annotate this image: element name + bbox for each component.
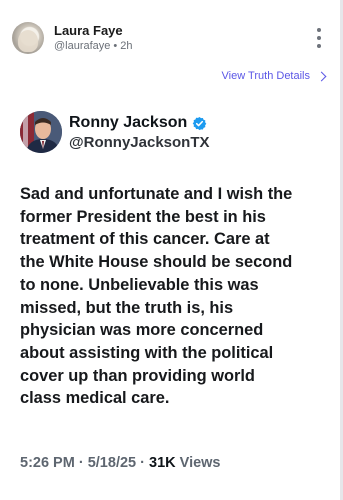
- chevron-right-icon: [316, 71, 327, 81]
- tweet-line: Sad and unfortunate and I wish the: [20, 185, 293, 203]
- stat-separator: ·: [78, 455, 84, 471]
- tweet-author-name: Ronny Jackson: [69, 114, 207, 132]
- post-age: 2h: [120, 40, 133, 52]
- stat-separator: ·: [140, 455, 145, 471]
- tweet-views-label: Views: [179, 455, 221, 471]
- tweet-line: missed, but the truth is, his: [20, 298, 234, 317]
- top-strip: [0, 0, 343, 8]
- tweet-body: Sad and unfortunate and I wish the forme…: [20, 183, 325, 410]
- tweet-line: the White House should be second: [20, 253, 293, 272]
- tweet-line: class medical care.: [20, 389, 170, 408]
- more-vertical-icon[interactable]: [314, 28, 324, 48]
- tweet-author-name-text: Ronny Jackson: [69, 114, 188, 131]
- author-name[interactable]: Laura Faye: [54, 23, 123, 38]
- tweet-author-handle: @RonnyJacksonTX: [69, 134, 210, 151]
- author-meta: @laurafaye • 2h: [54, 40, 133, 52]
- tweet-line: cover up than providing world: [20, 366, 255, 385]
- tweet-views-count: 31K: [149, 455, 176, 471]
- view-details-label: View Truth Details: [221, 70, 310, 82]
- view-truth-details-link[interactable]: View Truth Details: [221, 70, 327, 82]
- verified-badge-icon: [192, 116, 207, 130]
- tweet-date: 5/18/25: [87, 455, 137, 471]
- tweet-author-avatar: [20, 111, 62, 153]
- tweet-stats: 5:26 PM · 5/18/25 · 31K Views: [20, 455, 221, 471]
- tweet-line: to none. Unbelievable this was: [20, 275, 259, 294]
- author-handle[interactable]: @laurafaye: [54, 40, 110, 52]
- meta-separator: •: [113, 40, 118, 52]
- author-avatar[interactable]: [12, 22, 44, 54]
- tweet-line: about assisting with the political: [20, 343, 274, 362]
- avatar-image: [18, 30, 38, 52]
- tweet-line: physician was more concerned: [20, 321, 264, 340]
- tweet-line: former President the best in his: [20, 207, 266, 226]
- tweet-time: 5:26 PM: [20, 455, 75, 471]
- tweet-line: treatment of this cancer. Care at: [20, 230, 270, 249]
